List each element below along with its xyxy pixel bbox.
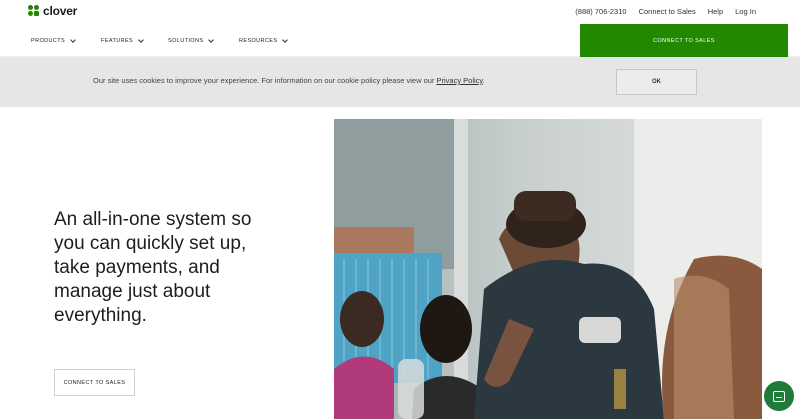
cookie-text: Our site uses cookies to improve your ex…: [93, 76, 437, 85]
hero-connect-to-sales-button[interactable]: CONNECT TO SALES: [54, 369, 135, 396]
chevron-down-icon: [282, 37, 289, 43]
cookie-message: Our site uses cookies to improve your ex…: [93, 76, 485, 85]
nav-item-features[interactable]: FEATURES: [101, 37, 144, 44]
connect-to-sales-button[interactable]: CONNECT TO SALES: [580, 24, 788, 57]
help-link[interactable]: Help: [708, 7, 723, 16]
hero-headline: An all-in-one system so you can quickly …: [54, 209, 252, 326]
logo-text: clover: [43, 4, 78, 18]
privacy-policy-link[interactable]: Privacy Policy: [437, 76, 483, 85]
utility-links: (888) 706-2310 Connect to Sales Help Log…: [575, 7, 756, 16]
phone-link[interactable]: (888) 706-2310: [575, 7, 626, 16]
chevron-down-icon: [208, 37, 215, 43]
cookie-ok-button[interactable]: OK: [616, 69, 697, 95]
nav-item-label: SOLUTIONS: [168, 38, 204, 44]
cookie-banner: Our site uses cookies to improve your ex…: [0, 57, 800, 107]
login-link[interactable]: Log In: [735, 7, 756, 16]
hero-photo: [334, 119, 762, 419]
connect-to-sales-link[interactable]: Connect to Sales: [639, 7, 696, 16]
top-bar: clover (888) 706-2310 Connect to Sales H…: [0, 0, 800, 24]
chevron-down-icon: [138, 37, 144, 43]
chat-icon: [773, 390, 785, 402]
nav-item-products[interactable]: PRODUCTS: [31, 37, 76, 44]
clover-logo[interactable]: clover: [28, 4, 77, 18]
nav-item-solutions[interactable]: SOLUTIONS: [168, 37, 215, 44]
chat-button[interactable]: [764, 381, 794, 411]
nav-item-resources[interactable]: RESOURCES: [239, 37, 289, 44]
nav-item-label: FEATURES: [101, 38, 134, 44]
nav-item-label: RESOURCES: [239, 38, 278, 44]
clover-leaf-icon: [28, 5, 40, 17]
chevron-down-icon: [70, 37, 76, 43]
cookie-suffix: .: [482, 76, 485, 85]
nav-item-label: PRODUCTS: [31, 38, 66, 44]
